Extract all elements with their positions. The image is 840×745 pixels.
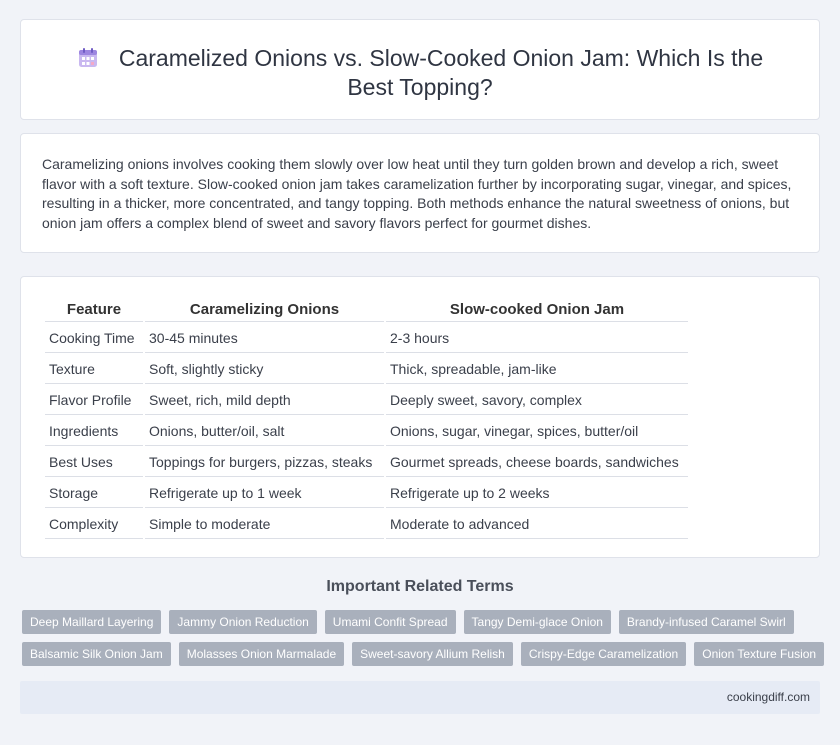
table-header-row: Feature Caramelizing Onions Slow-cooked … — [45, 298, 688, 322]
tag-link[interactable]: Molasses Onion Marmalade — [178, 642, 345, 666]
tag-link[interactable]: Crispy-Edge Caramelization — [520, 642, 687, 666]
tag-row: Balsamic Silk Onion Jam Molasses Onion M… — [22, 642, 825, 666]
tag-link[interactable]: Tangy Demi-glace Onion — [463, 610, 611, 634]
jam-cell: Gourmet spreads, cheese boards, sandwich… — [386, 448, 688, 477]
caramelizing-cell: Simple to moderate — [145, 510, 384, 539]
table-row: Texture Soft, slightly sticky Thick, spr… — [45, 355, 688, 384]
feature-cell: Complexity — [45, 510, 143, 539]
header-card: Caramelized Onions vs. Slow-Cooked Onion… — [20, 19, 820, 120]
caramelizing-cell: Onions, butter/oil, salt — [145, 417, 384, 446]
jam-cell: 2-3 hours — [386, 324, 688, 353]
table-row: Flavor Profile Sweet, rich, mild depth D… — [45, 386, 688, 415]
tag-link[interactable]: Jammy Onion Reduction — [169, 610, 317, 634]
feature-cell: Ingredients — [45, 417, 143, 446]
caramelizing-cell: Soft, slightly sticky — [145, 355, 384, 384]
jam-cell: Deeply sweet, savory, complex — [386, 386, 688, 415]
title-wrap: Caramelized Onions vs. Slow-Cooked Onion… — [21, 44, 819, 102]
comparison-card: Feature Caramelizing Onions Slow-cooked … — [20, 276, 820, 558]
tag-link[interactable]: Brandy-infused Caramel Swirl — [618, 610, 794, 634]
tag-link[interactable]: Onion Texture Fusion — [694, 642, 825, 666]
table-row: Storage Refrigerate up to 1 week Refrige… — [45, 479, 688, 508]
calendar-icon — [78, 48, 97, 67]
table-row: Cooking Time 30-45 minutes 2-3 hours — [45, 324, 688, 353]
footer: cookingdiff.com — [20, 681, 820, 714]
tag-link[interactable]: Sweet-savory Allium Relish — [352, 642, 513, 666]
tag-link[interactable]: Balsamic Silk Onion Jam — [22, 642, 171, 666]
header-feature: Feature — [45, 298, 143, 322]
header-caramelizing-onions: Caramelizing Onions — [145, 298, 384, 322]
header-onion-jam: Slow-cooked Onion Jam — [386, 298, 688, 322]
intro-paragraph: Caramelizing onions involves cooking the… — [42, 156, 792, 231]
feature-cell: Cooking Time — [45, 324, 143, 353]
related-terms-title: Important Related Terms — [326, 578, 514, 595]
intro-card: Caramelizing onions involves cooking the… — [20, 133, 820, 253]
tag-row: Deep Maillard Layering Jammy Onion Reduc… — [22, 610, 820, 634]
feature-cell: Flavor Profile — [45, 386, 143, 415]
jam-cell: Refrigerate up to 2 weeks — [386, 479, 688, 508]
tag-link[interactable]: Umami Confit Spread — [324, 610, 456, 634]
tag-link[interactable]: Deep Maillard Layering — [22, 610, 162, 634]
feature-cell: Best Uses — [45, 448, 143, 477]
jam-cell: Thick, spreadable, jam-like — [386, 355, 688, 384]
jam-cell: Moderate to advanced — [386, 510, 688, 539]
page-title: Caramelized Onions vs. Slow-Cooked Onion… — [118, 45, 764, 100]
table-row: Ingredients Onions, butter/oil, salt Oni… — [45, 417, 688, 446]
caramelizing-cell: Refrigerate up to 1 week — [145, 479, 384, 508]
feature-cell: Storage — [45, 479, 143, 508]
table-row: Best Uses Toppings for burgers, pizzas, … — [45, 448, 688, 477]
comparison-table: Feature Caramelizing Onions Slow-cooked … — [43, 296, 690, 541]
site-link[interactable]: cookingdiff.com — [727, 690, 810, 704]
caramelizing-cell: Toppings for burgers, pizzas, steaks — [145, 448, 384, 477]
related-terms-tags: Deep Maillard Layering Jammy Onion Reduc… — [22, 610, 825, 674]
caramelizing-cell: Sweet, rich, mild depth — [145, 386, 384, 415]
caramelizing-cell: 30-45 minutes — [145, 324, 384, 353]
jam-cell: Onions, sugar, vinegar, spices, butter/o… — [386, 417, 688, 446]
feature-cell: Texture — [45, 355, 143, 384]
table-row: Complexity Simple to moderate Moderate t… — [45, 510, 688, 539]
